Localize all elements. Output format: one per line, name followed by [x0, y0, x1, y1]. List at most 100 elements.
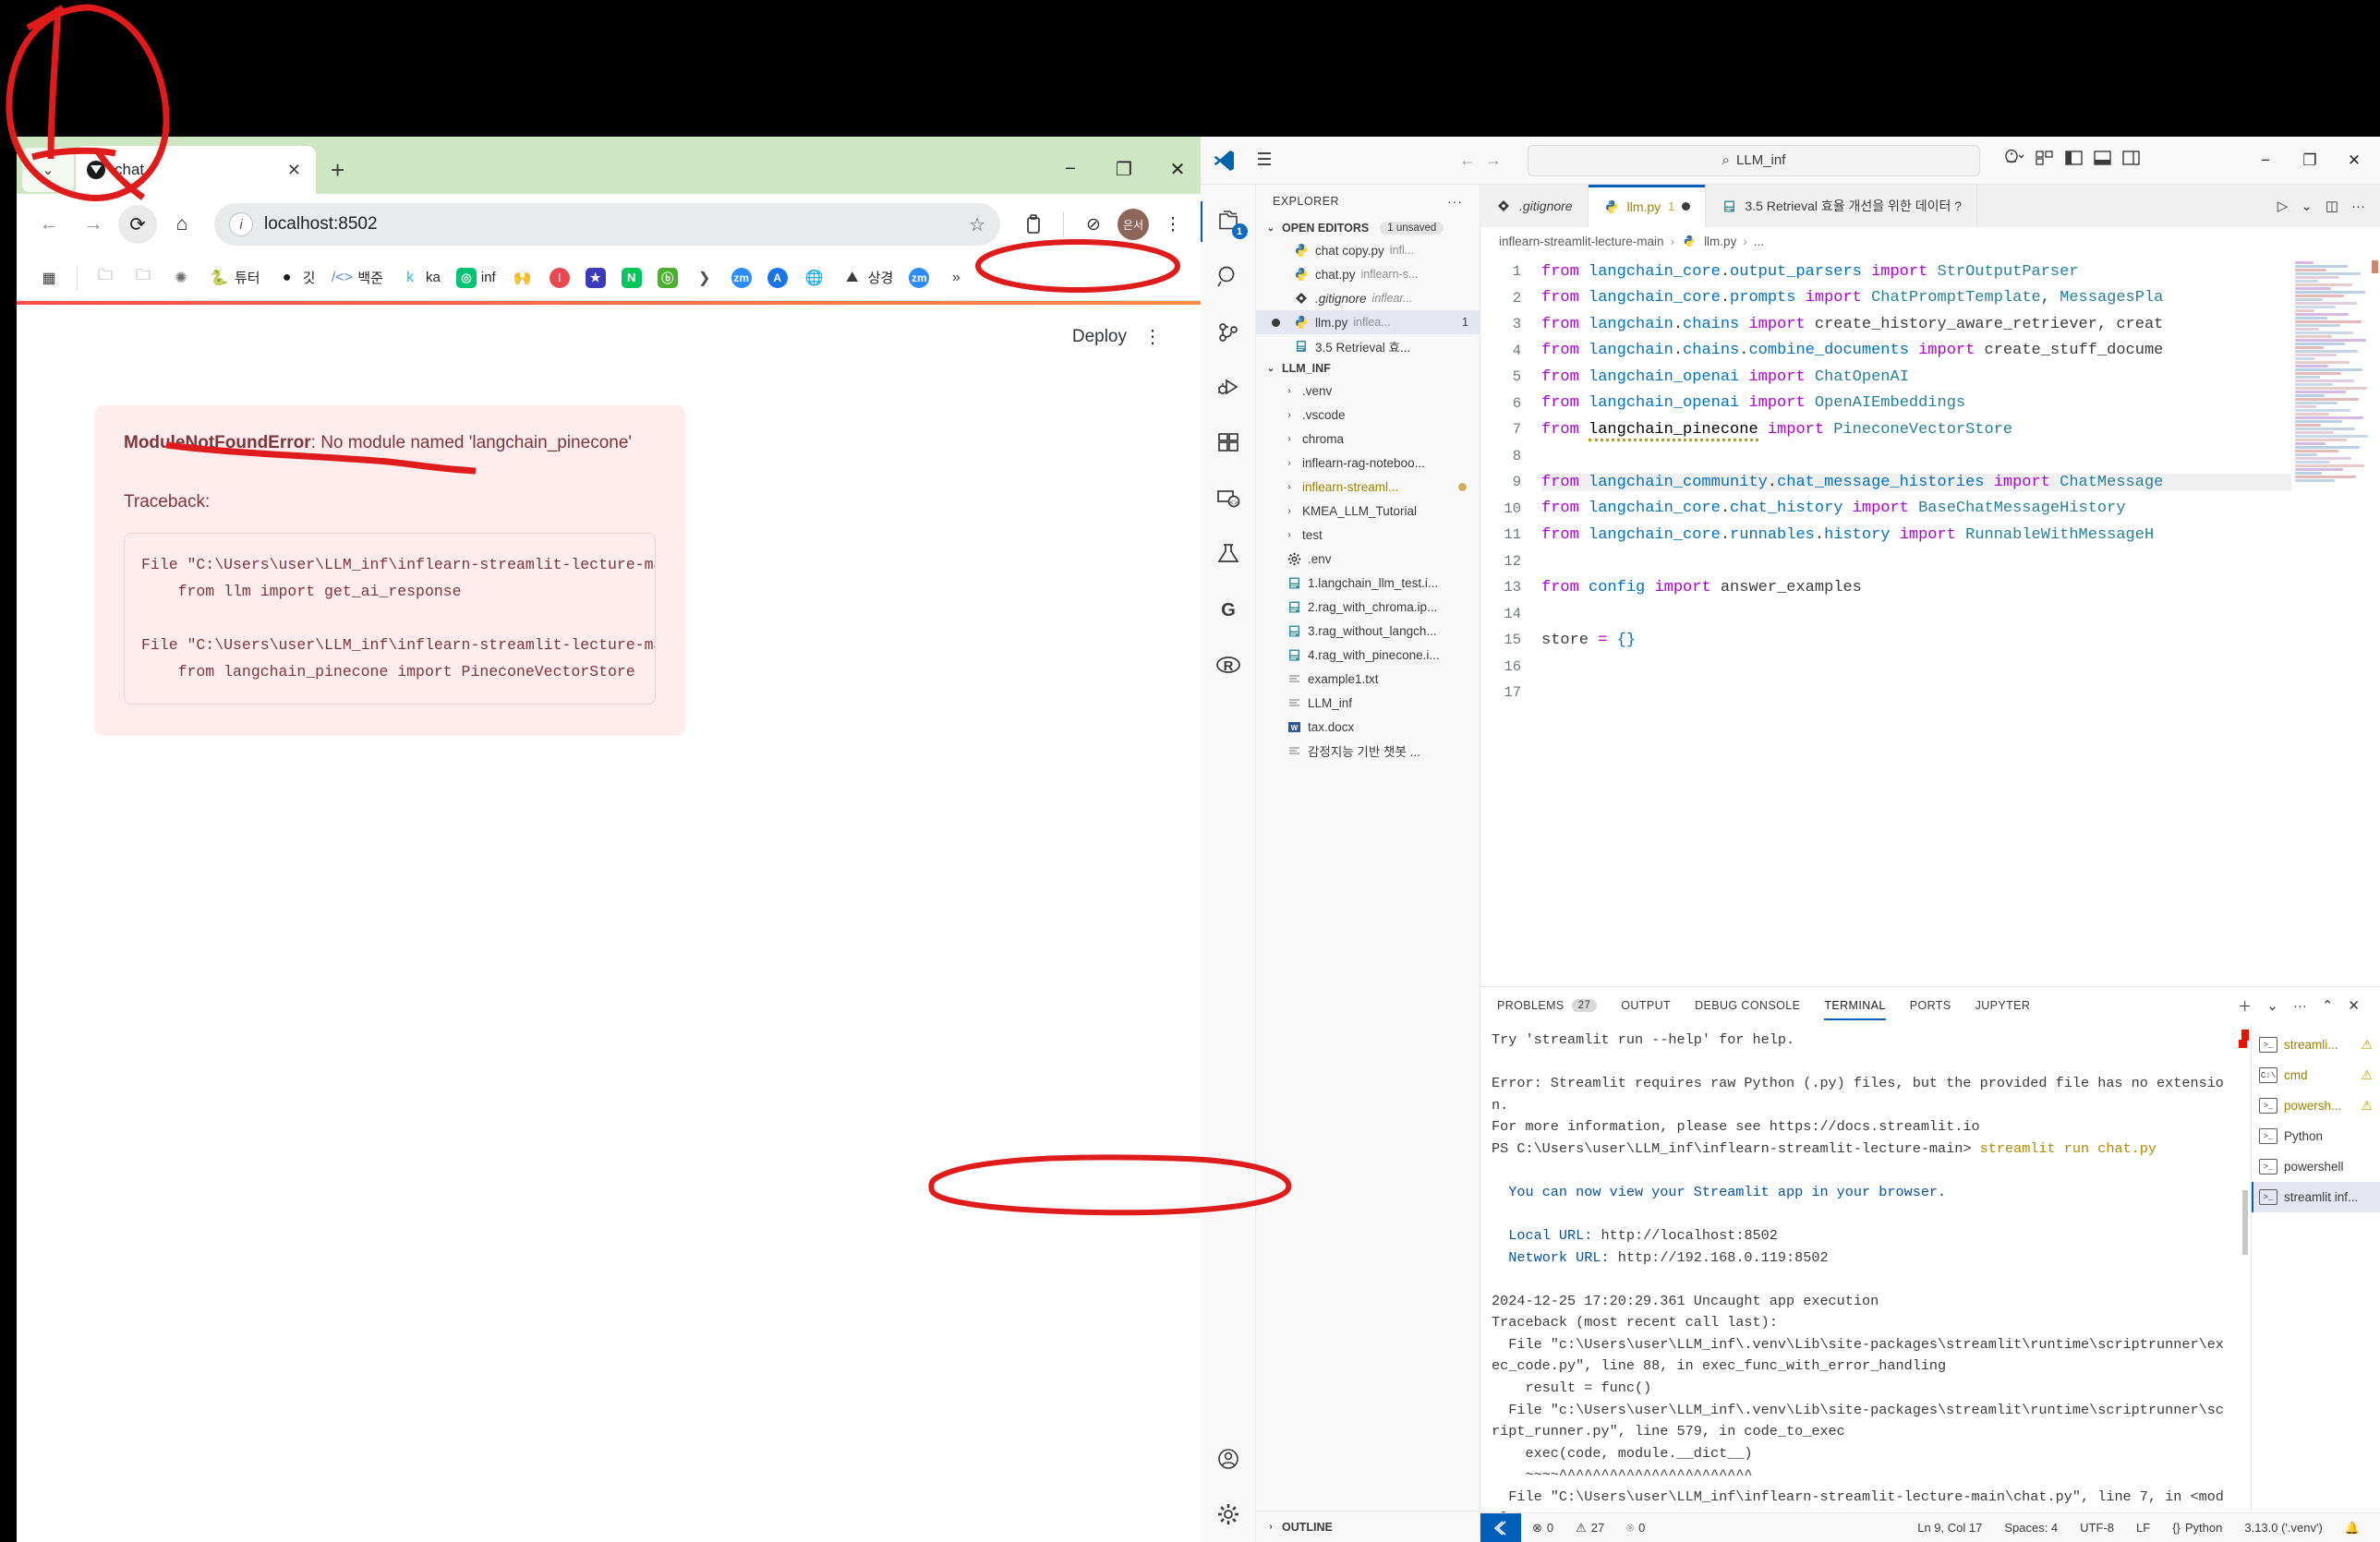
vscode-minimize-button[interactable]: −	[2243, 141, 2288, 180]
bookmark-item[interactable]: zm	[725, 264, 758, 292]
editor-tab[interactable]: 3.5 Retrieval 효율 개선을 위한 데이터 ?	[1706, 185, 1978, 227]
go-back-icon[interactable]: ←	[1459, 151, 1476, 170]
breadcrumb-item[interactable]: inflearn-streamlit-lecture-main	[1499, 235, 1664, 248]
settings-gear-icon[interactable]	[1201, 1487, 1256, 1542]
ports-count[interactable]: ⌾ 0	[1615, 1521, 1656, 1536]
breadcrumb-item[interactable]: llm.py	[1704, 235, 1736, 248]
bookmark-item[interactable]: A	[761, 264, 794, 292]
bookmark-item[interactable]: ❯	[687, 263, 722, 293]
vscode-maximize-button[interactable]: ❐	[2288, 141, 2332, 180]
testing-icon[interactable]	[1201, 526, 1256, 582]
notifications-bell-icon[interactable]: 🔔	[2334, 1521, 2371, 1536]
file-tree-item[interactable]: LLM_inf	[1256, 691, 1480, 715]
close-window-button[interactable]: ✕	[1151, 150, 1204, 188]
bookmark-item[interactable]: ● 깃	[270, 263, 322, 293]
file-tree-item[interactable]: › test	[1256, 523, 1480, 547]
browser-tab[interactable]: chat ✕	[76, 146, 316, 194]
application-menu-icon[interactable]: ☰	[1245, 150, 1284, 171]
bookmark-item[interactable]: ✺	[163, 263, 199, 293]
file-tree-item[interactable]: › KMEA_LLM_Tutorial	[1256, 499, 1480, 523]
bookmark-item[interactable]: ★	[579, 264, 612, 292]
more-actions-icon[interactable]: ···	[2351, 199, 2365, 214]
remote-explorer-icon[interactable]: <>	[1201, 471, 1256, 526]
remote-window-icon[interactable]	[1480, 1512, 1521, 1542]
extensions-icon[interactable]	[1201, 416, 1256, 471]
panel-tab-jupyter[interactable]: JUPYTER	[1975, 987, 2031, 1024]
open-editor-item[interactable]: llm.py inflea... 1	[1256, 310, 1480, 334]
close-panel-icon[interactable]: ✕	[2348, 997, 2360, 1014]
panel-more-actions-icon[interactable]: ···	[2293, 998, 2307, 1014]
extensions-icon[interactable]	[1015, 206, 1052, 243]
file-tree-item[interactable]: 4.rag_with_pinecone.i...	[1256, 643, 1480, 667]
bookmark-item[interactable]: ◎ inf	[450, 264, 502, 292]
customize-layout-icon[interactable]	[2004, 149, 2024, 171]
bookmark-item[interactable]: /<> 백준	[324, 263, 390, 293]
file-tree-item[interactable]: 감정지능 기반 챗봇 ...	[1256, 739, 1480, 763]
bookmark-item[interactable]: 🗀	[88, 263, 123, 293]
language-mode[interactable]: {} Python	[2161, 1521, 2233, 1535]
terminal-scroll-thumb[interactable]	[2242, 1190, 2248, 1255]
workspace-folder-header[interactable]: ⌄ LLM_INF	[1256, 358, 1480, 379]
bookmark-item[interactable]: 🐍 튜터	[201, 263, 267, 293]
file-tree-item[interactable]: › inflearn-rag-noteboo...	[1256, 451, 1480, 475]
site-info-icon[interactable]: i	[229, 212, 253, 236]
bookmark-item[interactable]: ⛰ 상경	[835, 263, 900, 293]
indentation-setting[interactable]: Spaces: 4	[1993, 1521, 2069, 1535]
bookmark-item[interactable]: 🗀	[126, 263, 161, 293]
panel-tab-ports[interactable]: PORTS	[1910, 987, 1951, 1024]
forward-icon[interactable]: →	[74, 205, 113, 244]
add-terminal-icon[interactable]: ＋	[2238, 996, 2252, 1016]
toggle-secondary-bar-icon[interactable]	[2036, 151, 2054, 170]
toggle-panel-bottom-icon[interactable]	[2094, 151, 2111, 170]
terminal-list-item[interactable]: >_ Python	[2252, 1121, 2380, 1151]
close-tab-icon[interactable]: ✕	[284, 161, 305, 180]
open-editor-item[interactable]: 3.5 Retrieval 효...	[1256, 334, 1480, 358]
bookmark-item[interactable]: »	[938, 263, 973, 293]
file-tree-item[interactable]: 1.langchain_llm_test.i...	[1256, 571, 1480, 595]
editor-tab[interactable]: llm.py 1	[1588, 185, 1707, 227]
bookmark-item[interactable]: zm	[902, 264, 936, 292]
python-interpreter[interactable]: 3.13.0 ('.venv')	[2233, 1521, 2333, 1535]
chevron-down-icon[interactable]: ⌄	[2301, 198, 2313, 214]
file-tree-item[interactable]: › .venv	[1256, 379, 1480, 403]
editor-tab[interactable]: .gitignore	[1480, 185, 1589, 227]
streamlit-menu-icon[interactable]: ⋮	[1143, 325, 1162, 348]
terminal-list-item[interactable]: >_ powersh... ⚠	[2252, 1090, 2380, 1121]
terminal-profile-chevron-icon[interactable]: ⌄	[2266, 997, 2278, 1014]
bookmark-star-icon[interactable]: ☆	[969, 213, 985, 236]
bookmark-item[interactable]: k ka	[393, 263, 447, 293]
cursor-position[interactable]: Ln 9, Col 17	[1906, 1521, 1993, 1535]
minimap[interactable]	[2291, 255, 2369, 986]
error-count[interactable]: ⊗ 0	[1521, 1521, 1565, 1536]
back-icon[interactable]: ←	[30, 205, 68, 244]
open-editor-item[interactable]: .gitignore inflear...	[1256, 286, 1480, 310]
file-tree-item[interactable]: 2.rag_with_chroma.ip...	[1256, 595, 1480, 619]
deploy-button[interactable]: Deploy	[1072, 327, 1127, 347]
command-center-search[interactable]: ⌕ LLM_inf	[1528, 144, 1980, 176]
code-editor[interactable]: 1 from langchain_core.output_parsers impo…	[1480, 255, 2291, 986]
accounts-icon[interactable]	[1201, 1431, 1256, 1487]
unsaved-dot-icon[interactable]	[1682, 202, 1691, 211]
breadcrumb-item[interactable]: ...	[1754, 235, 1764, 248]
sidebar-more-actions-icon[interactable]: ···	[1447, 194, 1463, 209]
vscode-close-button[interactable]: ✕	[2332, 141, 2376, 180]
terminal-scrollbar[interactable]	[2240, 1024, 2251, 1512]
file-tree-item[interactable]: example1.txt	[1256, 667, 1480, 691]
open-editor-item[interactable]: chat.py inflearn-s...	[1256, 262, 1480, 286]
panel-tab-output[interactable]: OUTPUT	[1621, 987, 1671, 1024]
tab-search-chevron-icon[interactable]: ⌄	[22, 148, 74, 192]
open-editor-item[interactable]: chat copy.py infl...	[1256, 238, 1480, 262]
file-tree-item[interactable]: .env	[1256, 547, 1480, 571]
run-and-debug-icon[interactable]	[1201, 360, 1256, 416]
panel-tab-terminal[interactable]: TERMINAL	[1824, 987, 1887, 1024]
gitlens-icon[interactable]: G	[1201, 582, 1256, 637]
minimize-button[interactable]: −	[1044, 150, 1097, 188]
panel-tab-debug-console[interactable]: DEBUG CONSOLE	[1695, 987, 1800, 1024]
maximize-button[interactable]: ❐	[1097, 150, 1151, 188]
file-tree-item[interactable]: 3.rag_without_langch...	[1256, 619, 1480, 643]
bookmark-item[interactable]: N	[615, 264, 648, 292]
file-tree-item[interactable]: Wtax.docx	[1256, 715, 1480, 739]
encoding-setting[interactable]: UTF-8	[2069, 1521, 2125, 1535]
bookmark-item[interactable]: ⁞	[543, 264, 576, 292]
terminal-list-item[interactable]: >_ streamli... ⚠	[2239, 1030, 2380, 1060]
